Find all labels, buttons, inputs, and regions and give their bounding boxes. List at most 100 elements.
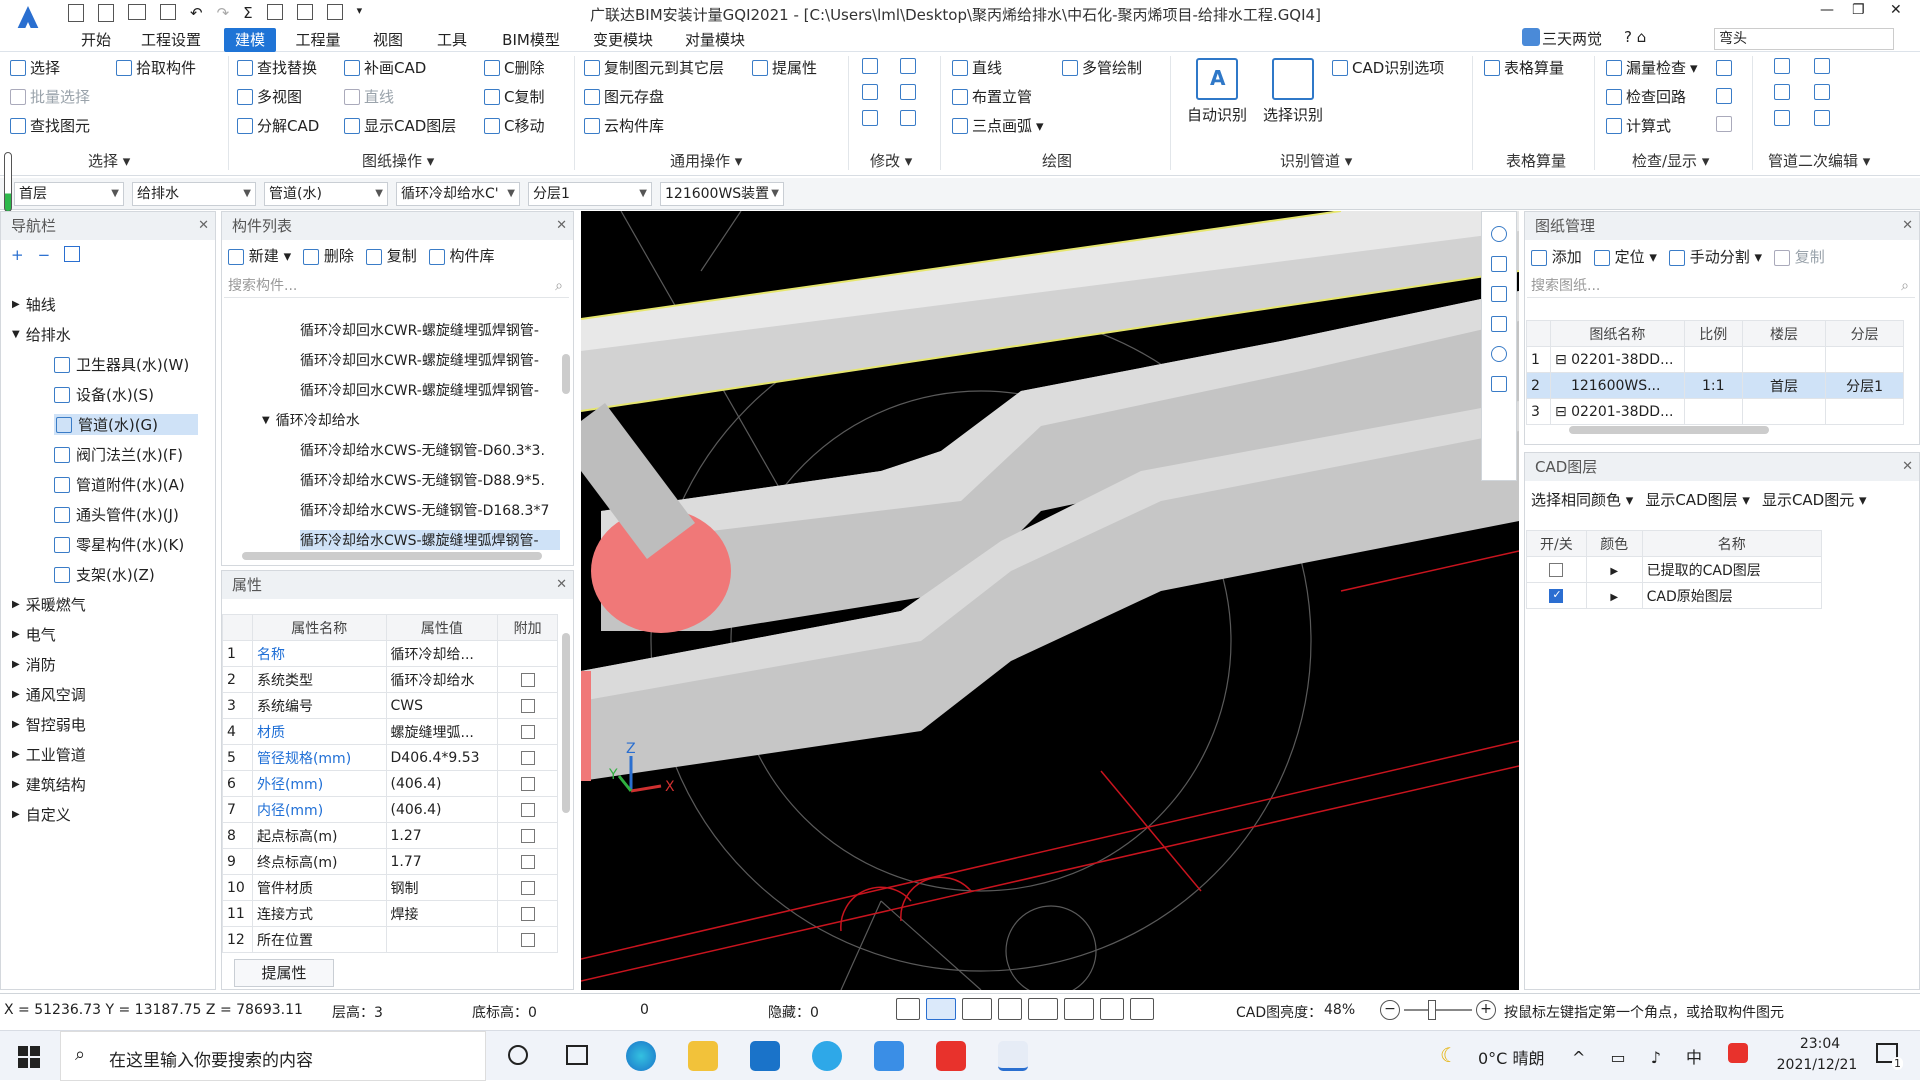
tray-icons[interactable]: ^ ▭ ♪ 中 <box>1572 1044 1712 1068</box>
component-vscroll[interactable] <box>562 354 570 394</box>
solid-cube-icon[interactable] <box>1491 316 1507 332</box>
zoom-out-icon[interactable]: − <box>1380 1000 1400 1020</box>
collapse-arrow-icon[interactable]: ▶ <box>12 689 20 700</box>
nav-item[interactable]: ▶ 通风空调 <box>12 684 86 705</box>
drawing-mgmt-close-icon[interactable]: ✕ <box>1902 212 1913 240</box>
edge-icon[interactable] <box>626 1041 656 1071</box>
cad-layer-row[interactable]: ▶ CAD原始图层 <box>1526 582 1823 609</box>
line-button-disabled[interactable]: 直线 <box>344 86 394 108</box>
trash-icon[interactable] <box>862 110 878 126</box>
extra-checkbox[interactable] <box>520 672 535 687</box>
component-type-select[interactable]: 管道(水) ▼ <box>264 182 388 206</box>
zoom-in-icon[interactable]: + <box>1476 1000 1496 1020</box>
component-select[interactable]: 循环冷却给水C' ▼ <box>396 182 520 206</box>
show-cad-layer-button[interactable]: 显示CAD图层 <box>344 115 456 137</box>
nav-item[interactable]: ▶ 轴线 <box>12 294 56 315</box>
property-value[interactable]: (406.4) <box>385 796 499 823</box>
collapse-arrow-icon[interactable]: ▶ <box>12 599 20 610</box>
offset-icon[interactable] <box>900 58 916 74</box>
check-loop-button[interactable]: 检查回路 <box>1606 86 1686 108</box>
nav-item[interactable]: 管道(水)(G) <box>54 414 198 435</box>
dynamic-observe-icon[interactable] <box>1491 226 1507 242</box>
layer-visible-checkbox[interactable] <box>1549 588 1564 603</box>
copy-component-button[interactable]: 复制 <box>365 245 417 266</box>
c-move-button[interactable]: C移动 <box>484 115 544 137</box>
nav-item[interactable]: ▶ 自定义 <box>12 804 71 825</box>
c-copy-button[interactable]: C复制 <box>484 86 544 108</box>
nav-item[interactable]: 管道附件(水)(A) <box>54 474 185 495</box>
snap-icon[interactable] <box>1064 998 1094 1020</box>
tab-tools[interactable]: 工具 <box>432 28 472 52</box>
riser-button[interactable]: 布置立管 <box>952 86 1032 108</box>
property-row[interactable]: 10 管件材质 钢制 <box>222 874 558 901</box>
batch-select-button[interactable]: 批量选择 <box>10 86 90 108</box>
calc-icon[interactable] <box>296 4 313 20</box>
collapse-arrow-icon[interactable]: ▶ <box>12 629 20 640</box>
clock-date[interactable]: 2021/12/21 <box>1762 1057 1872 1073</box>
expand-all-icon[interactable]: + <box>11 246 24 264</box>
drawing-search-input[interactable]: 搜索图纸... ⌕ <box>1527 274 1915 298</box>
component-item[interactable]: 循环冷却给水CWS-无缝钢管-D60.3*3. <box>300 440 560 460</box>
nav-item[interactable]: ▶ 建筑结构 <box>12 774 86 795</box>
find-element-button[interactable]: 查找图元 <box>10 115 90 137</box>
auto-identify-button[interactable]: A 自动识别 <box>1182 58 1252 125</box>
drawing-row[interactable]: 1 ⊟ 02201-38DD... <box>1526 346 1904 373</box>
new-component-button[interactable]: 新建 ▾ <box>228 245 291 266</box>
bars-icon[interactable] <box>1716 116 1732 132</box>
layers-icon[interactable] <box>326 4 343 20</box>
cube-view-icon[interactable] <box>962 998 992 1020</box>
properties-vscroll[interactable] <box>562 633 570 813</box>
discipline-select[interactable]: 给排水 ▼ <box>132 182 256 206</box>
list-icon[interactable] <box>1716 88 1732 104</box>
pipe-edit-icon-1[interactable] <box>1774 58 1790 74</box>
display-icon[interactable] <box>1716 60 1732 76</box>
extra-checkbox[interactable] <box>520 750 535 765</box>
cad-identify-options-button[interactable]: CAD识别选项 <box>1332 57 1444 79</box>
extra-checkbox[interactable] <box>520 724 535 739</box>
tab-quantity[interactable]: 工程量 <box>292 28 344 52</box>
collapse-arrow-icon[interactable]: ▶ <box>12 659 20 670</box>
nav-item[interactable]: 阀门法兰(水)(F) <box>54 444 183 465</box>
nav-item[interactable]: 卫生器具(水)(W) <box>54 354 189 375</box>
tab-start[interactable]: 开始 <box>76 28 116 52</box>
manual-split-button[interactable]: 手动分割 ▾ <box>1668 246 1762 267</box>
task-view-icon[interactable] <box>566 1045 588 1065</box>
browser-e-icon[interactable] <box>812 1041 842 1071</box>
nav-item[interactable]: ▶ 采暖燃气 <box>12 594 86 615</box>
property-row[interactable]: 8 起点标高(m) 1.27 <box>222 822 558 849</box>
collapse-arrow-icon[interactable]: ▶ <box>12 719 20 730</box>
collapse-arrow-icon[interactable]: ▶ <box>12 299 20 310</box>
feishu-icon[interactable] <box>874 1041 904 1071</box>
brightness-slider[interactable] <box>1404 1009 1472 1011</box>
layer-visible-checkbox[interactable] <box>1549 562 1564 577</box>
cad-layers-close-icon[interactable]: ✕ <box>1902 453 1913 481</box>
component-item[interactable]: 循环冷却回水CWR-螺旋缝埋弧焊钢管- <box>300 380 560 400</box>
component-item[interactable]: 循环冷却给水CWS-无缝钢管-D88.9*5. <box>300 470 560 490</box>
redo-icon[interactable]: ↷ <box>217 4 230 24</box>
table-calc-button[interactable]: 表格算量 <box>1484 57 1564 79</box>
close-icon[interactable]: ✕ <box>1890 2 1902 18</box>
property-row[interactable]: 7 内径(mm) (406.4) <box>222 796 558 823</box>
drawing-hscroll[interactable] <box>1569 426 1769 434</box>
3d-viewport[interactable]: 25 Z X Y <box>581 211 1519 990</box>
group-label-common-ops[interactable]: 通用操作 ▾ <box>670 150 742 171</box>
user-avatar-icon[interactable] <box>1522 28 1540 46</box>
group-label-select[interactable]: 选择 ▾ <box>88 150 130 171</box>
drawing-select[interactable]: 121600WS装置 ▼ <box>660 182 784 206</box>
angle-icon[interactable] <box>1028 998 1058 1020</box>
new-file-icon[interactable] <box>68 4 84 22</box>
expand-arrow-icon[interactable]: ▼ <box>12 329 20 340</box>
property-value[interactable]: D406.4*9.53 <box>385 744 499 771</box>
property-row[interactable]: 12 所在位置 <box>222 926 558 953</box>
component-hscroll[interactable] <box>242 552 542 560</box>
glodon-app-icon[interactable] <box>998 1041 1028 1071</box>
group-label-secondary-edit[interactable]: 管道二次编辑 ▾ <box>1768 150 1870 171</box>
pipe-edit-icon-4[interactable] <box>1814 84 1830 100</box>
extra-checkbox[interactable] <box>520 906 535 921</box>
2d-view-icon[interactable] <box>1491 256 1507 272</box>
3d-cube-icon[interactable] <box>1491 286 1507 302</box>
properties-close-icon[interactable]: ✕ <box>556 571 567 599</box>
property-value[interactable] <box>385 926 499 953</box>
property-row[interactable]: 4 材质 螺旋缝埋弧... <box>222 718 558 745</box>
property-row[interactable]: 11 连接方式 焊接 <box>222 900 558 927</box>
